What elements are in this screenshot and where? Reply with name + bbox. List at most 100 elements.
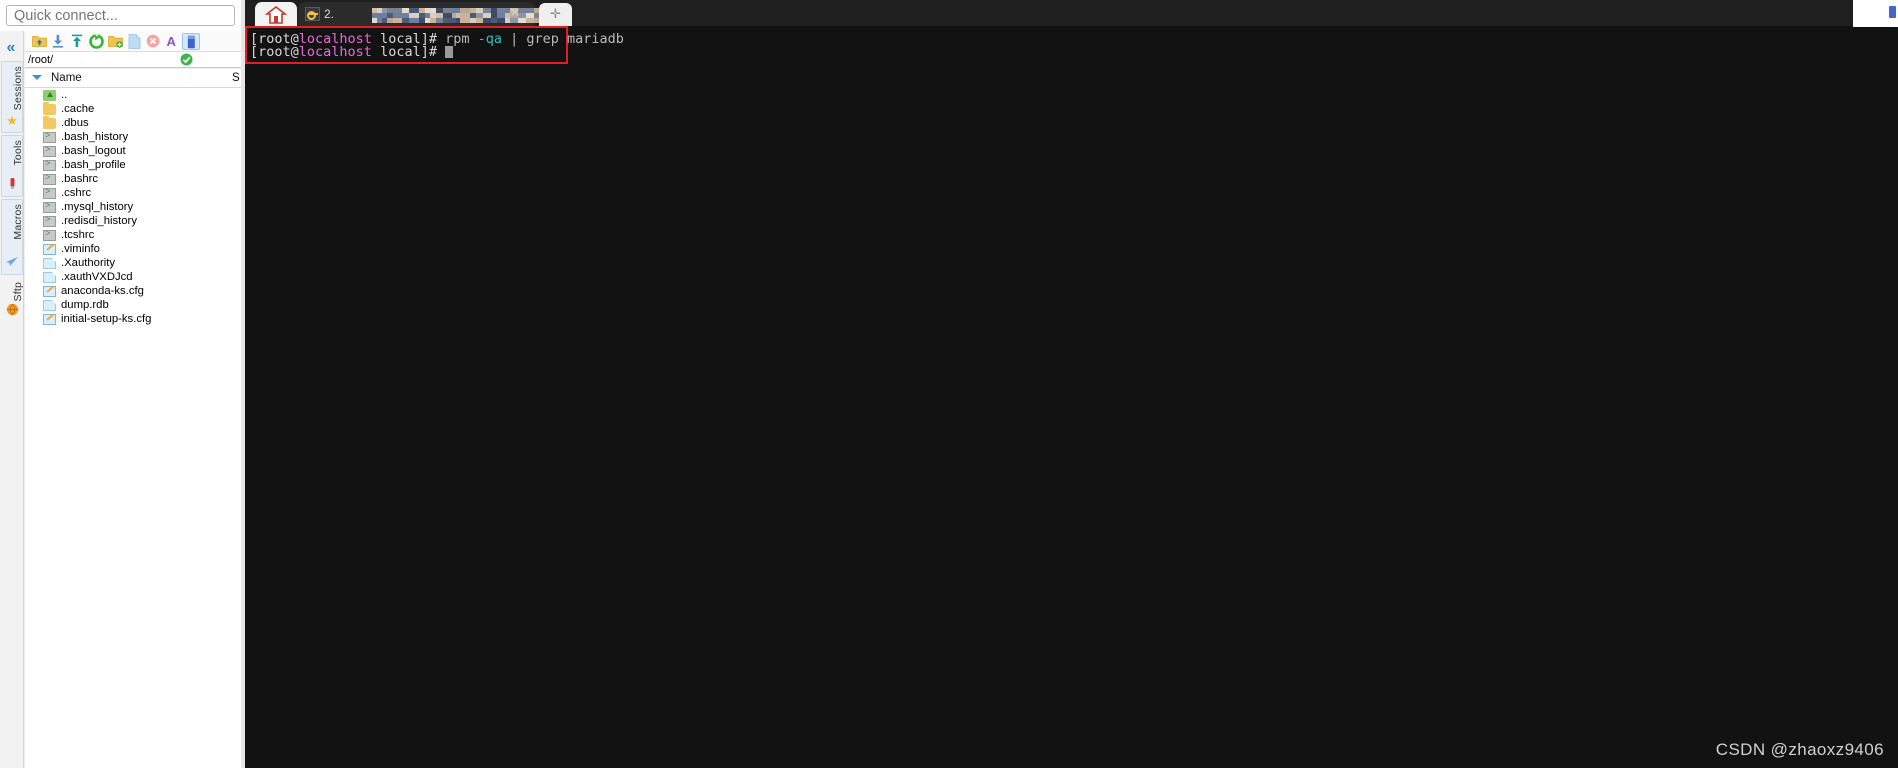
file-name-label: .bash_profile	[61, 159, 126, 172]
new-folder-icon[interactable]	[106, 33, 124, 50]
tab-session[interactable]: 2. ✕	[298, 2, 535, 26]
file-list-item[interactable]: .cshrc	[25, 186, 241, 200]
file-name-label: .bash_history	[61, 131, 128, 144]
file-list-item[interactable]: anaconda-ks.cfg	[25, 284, 241, 298]
file-list-item[interactable]: .bashrc	[25, 172, 241, 186]
file-name-label: .redisdi_history	[61, 215, 137, 228]
tab-session-label: 2.	[324, 7, 334, 21]
file-browser-toolbar: A	[25, 31, 241, 52]
new-file-icon[interactable]	[125, 33, 143, 50]
file-list-item[interactable]: ..	[25, 88, 241, 102]
globe-icon	[4, 303, 20, 319]
file-name-label: .bashrc	[61, 173, 98, 186]
app-window: « Sessions ★ Tools Macros	[0, 0, 1898, 768]
script-file-icon	[43, 132, 56, 143]
sidebar-item-label: Tools	[12, 140, 24, 166]
file-list-item[interactable]: .xauthVXDJcd	[25, 270, 241, 284]
scroll-marker-icon[interactable]	[1889, 6, 1896, 18]
upload-icon[interactable]	[68, 33, 86, 50]
sort-descending-icon[interactable]	[32, 75, 42, 80]
column-header-size[interactable]: S	[232, 71, 240, 86]
script-file-icon	[43, 146, 56, 157]
tab-bar: 2. ✕ ✛	[245, 0, 1898, 26]
column-header-name[interactable]: Name	[51, 71, 82, 86]
script-file-icon	[43, 202, 56, 213]
swiss-knife-icon	[4, 177, 20, 193]
sidebar-item-tools[interactable]: Tools	[1, 135, 23, 197]
key-icon	[305, 7, 320, 21]
script-file-icon	[43, 216, 56, 227]
plus-icon: ✛	[550, 7, 561, 21]
close-icon[interactable]: ✕	[508, 6, 522, 20]
file-list-item[interactable]: .bash_logout	[25, 144, 241, 158]
rename-icon[interactable]: A	[163, 33, 181, 50]
terminal-output[interactable]: [root@localhost local]# rpm -qa | grep m…	[245, 26, 1898, 768]
show-hidden-icon[interactable]	[182, 33, 200, 50]
terminal-text: [root@	[250, 44, 299, 60]
file-name-label: dump.rdb	[61, 299, 109, 312]
current-path-value: /root/	[28, 53, 53, 67]
document-icon	[43, 272, 56, 283]
document-icon	[43, 300, 56, 311]
file-name-label: .tcshrc	[61, 229, 94, 242]
new-tab-button[interactable]: ✛	[539, 3, 572, 26]
file-name-label: .cshrc	[61, 187, 91, 200]
file-name-label: .cache	[61, 103, 94, 116]
sidebar-item-sessions[interactable]: Sessions ★	[1, 61, 23, 133]
delete-icon[interactable]	[144, 33, 162, 50]
terminal-cursor	[445, 46, 453, 58]
file-name-label: .xauthVXDJcd	[61, 271, 133, 284]
script-file-icon	[43, 230, 56, 241]
terminal-text: |	[502, 31, 526, 47]
script-file-icon	[43, 160, 56, 171]
file-list-header: Name S	[25, 69, 241, 88]
terminal-text: -qa	[478, 31, 502, 47]
file-list-item[interactable]: .bash_history	[25, 130, 241, 144]
sidebar-item-label: Sessions	[12, 66, 24, 110]
file-list-item[interactable]: .tcshrc	[25, 228, 241, 242]
up-folder-icon	[43, 90, 56, 101]
file-list-item[interactable]: .viminfo	[25, 242, 241, 256]
left-panel: « Sessions ★ Tools Macros	[0, 0, 241, 768]
terminal-text: grep mariadb	[526, 31, 624, 47]
edit-file-icon	[43, 244, 56, 255]
script-file-icon	[43, 188, 56, 199]
file-list-item[interactable]: dump.rdb	[25, 298, 241, 312]
refresh-icon[interactable]	[87, 33, 105, 50]
sidebar-item-label: Macros	[12, 204, 24, 240]
folder-icon	[43, 104, 56, 115]
quick-connect-input[interactable]	[6, 5, 235, 26]
file-name-label: anaconda-ks.cfg	[61, 285, 144, 298]
terminal-text: local]#	[372, 44, 445, 60]
file-list-item[interactable]: .bash_profile	[25, 158, 241, 172]
file-list[interactable]: ...cache.dbus.bash_history.bash_logout.b…	[25, 88, 241, 768]
collapse-panel-button[interactable]: «	[2, 38, 20, 58]
terminal-text: localhost	[299, 44, 372, 60]
terminal-line: [root@localhost local]#	[250, 45, 453, 59]
download-icon[interactable]	[49, 33, 67, 50]
right-edge-strip	[1853, 0, 1898, 27]
file-list-item[interactable]: .Xauthority	[25, 256, 241, 270]
edit-file-icon	[43, 286, 56, 297]
script-file-icon	[43, 174, 56, 185]
document-icon	[43, 258, 56, 269]
file-list-item[interactable]: .dbus	[25, 116, 241, 130]
tab-home[interactable]	[255, 2, 297, 26]
side-tab-strip: « Sessions ★ Tools Macros Sftp	[0, 31, 24, 768]
terminal-area: 2. ✕ ✛ [root@localhost local]# rpm -qa |…	[245, 0, 1898, 768]
go-up-folder-icon[interactable]	[30, 33, 48, 50]
file-list-item[interactable]: .cache	[25, 102, 241, 116]
file-name-label: .bash_logout	[61, 145, 126, 158]
folder-icon	[43, 118, 56, 129]
file-list-item[interactable]: .mysql_history	[25, 200, 241, 214]
edit-file-icon	[43, 314, 56, 325]
file-name-label: .mysql_history	[61, 201, 133, 214]
file-list-item[interactable]: initial-setup-ks.cfg	[25, 312, 241, 326]
file-name-label: .dbus	[61, 117, 89, 130]
file-list-item[interactable]: .redisdi_history	[25, 214, 241, 228]
path-bar[interactable]: /root/	[25, 52, 241, 68]
sidebar-item-sftp[interactable]: Sftp	[1, 277, 23, 323]
paper-plane-icon	[4, 255, 20, 271]
sidebar-item-macros[interactable]: Macros	[1, 199, 23, 275]
star-icon: ★	[4, 113, 20, 129]
